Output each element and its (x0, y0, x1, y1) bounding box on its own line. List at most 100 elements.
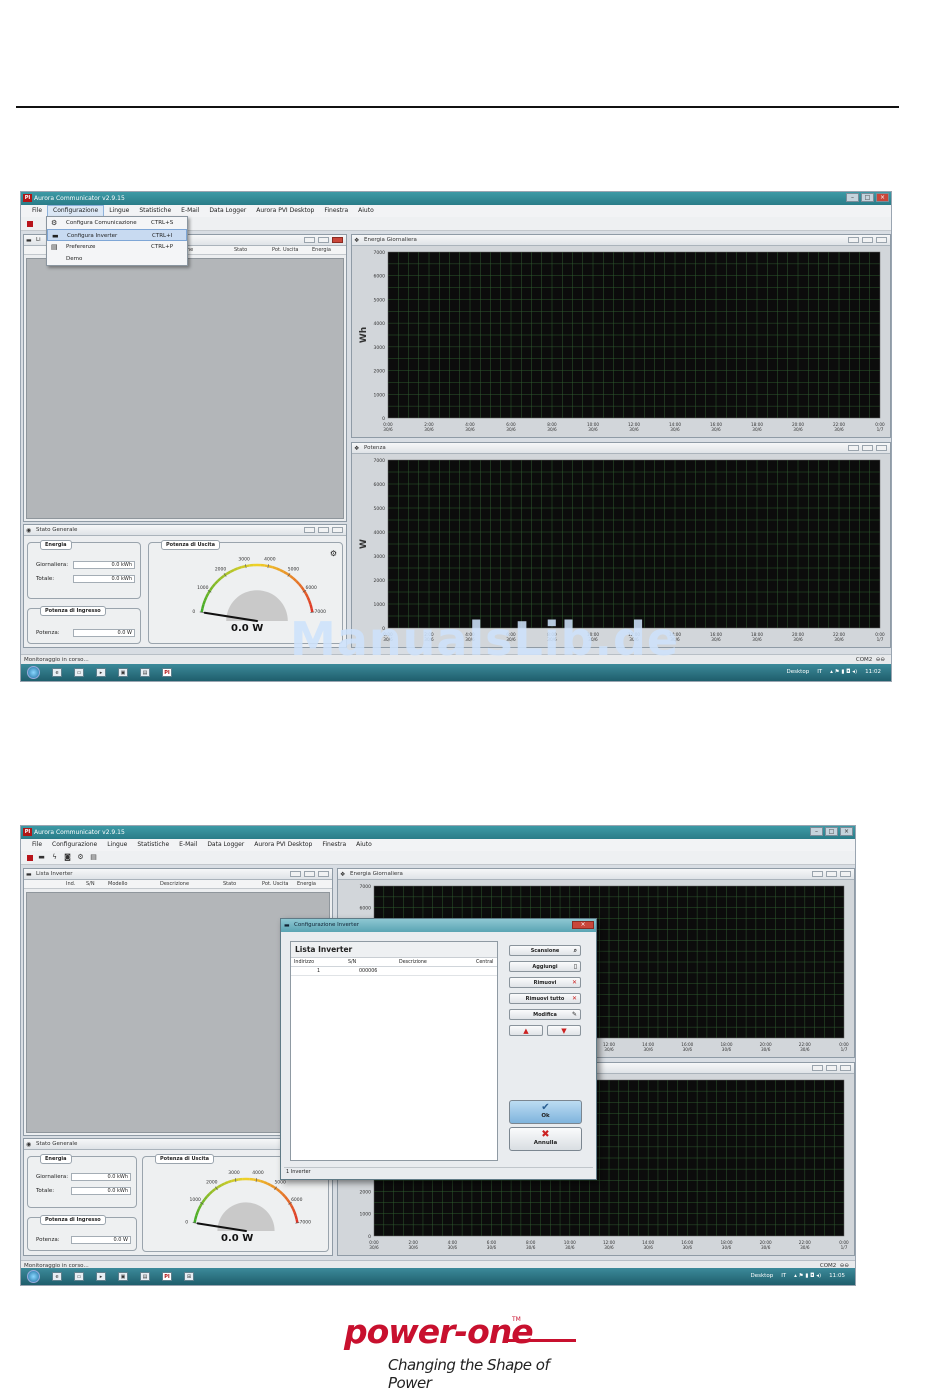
menu-item-demo[interactable]: Demo (47, 253, 187, 265)
panel-close-button[interactable] (876, 445, 887, 451)
column-header[interactable]: S/N (348, 958, 356, 967)
menu-finestra[interactable]: Finestra (317, 839, 351, 851)
record-icon[interactable]: ◙ (63, 853, 72, 862)
inverter-list-body[interactable] (26, 258, 344, 519)
tray-icons[interactable]: ▴ ⚑ ▮ ◘ ◂) (830, 664, 857, 681)
clock[interactable]: 11:02 (865, 664, 881, 681)
ok-button[interactable]: ✔ Ok (509, 1100, 582, 1124)
desktop-label[interactable]: Desktop (787, 664, 810, 681)
menu-email[interactable]: E-Mail (174, 839, 202, 851)
menu-file[interactable]: File (27, 839, 47, 851)
panel-restore-button[interactable] (826, 1065, 837, 1071)
column-header[interactable]: Descrizione (160, 880, 189, 889)
window-icon[interactable]: ▤ (140, 1272, 150, 1281)
inverter-icon[interactable]: ▬ (37, 853, 46, 862)
panel-restore-button[interactable] (318, 237, 329, 243)
aurora-app-icon[interactable]: PI (162, 668, 172, 677)
remove-all-button[interactable]: Rimuovi tutto ✕ (509, 993, 581, 1004)
menu-configurazione[interactable]: Configurazione (47, 839, 102, 851)
tray-icons[interactable]: ▴ ⚑ ▮ ◘ ◂) (794, 1268, 821, 1285)
menu-lingue[interactable]: Lingue (102, 839, 132, 851)
gear-icon[interactable]: ⚙ (76, 853, 85, 862)
menu-data-logger[interactable]: Data Logger (204, 205, 251, 217)
panel-minimize-button[interactable] (304, 527, 315, 533)
stop-icon[interactable] (27, 854, 33, 861)
panel-close-button[interactable] (332, 237, 343, 243)
start-button[interactable] (27, 1270, 40, 1283)
panel-close-button[interactable] (876, 237, 887, 243)
clock[interactable]: 11:05 (829, 1268, 845, 1285)
panel-restore-button[interactable] (862, 237, 873, 243)
column-header[interactable]: Stato (234, 246, 247, 255)
minimize-button[interactable]: – (810, 827, 823, 836)
language-indicator[interactable]: IT (781, 1268, 786, 1285)
menu-aurora-pvi-desktop[interactable]: Aurora PVI Desktop (249, 839, 317, 851)
menu-item-configura-inverter[interactable]: ▬ Configura Inverter CTRL+I (47, 229, 187, 241)
menu-item-preferenze[interactable]: ▤ Preferenze CTRL+P (47, 241, 187, 253)
panel-minimize-button[interactable] (848, 237, 859, 243)
panel-close-button[interactable] (318, 871, 329, 877)
aurora-app-icon[interactable]: PI (162, 1272, 172, 1281)
window-icon[interactable]: ▤ (140, 668, 150, 677)
menu-aiuto[interactable]: Aiuto (353, 205, 379, 217)
start-button[interactable] (27, 666, 40, 679)
panel-close-button[interactable] (840, 1065, 851, 1071)
language-indicator[interactable]: IT (817, 664, 822, 681)
panel-minimize-button[interactable] (290, 871, 301, 877)
column-header[interactable]: Stato (223, 880, 236, 889)
explorer-icon[interactable]: ▭ (74, 1272, 84, 1281)
panel-close-button[interactable] (840, 871, 851, 877)
maximize-button[interactable]: □ (825, 827, 838, 836)
stop-icon[interactable] (27, 220, 33, 227)
ie-icon[interactable]: e (52, 668, 62, 677)
move-up-button[interactable]: ▲ (509, 1025, 543, 1036)
column-header[interactable]: Central (476, 958, 493, 967)
desktop-label[interactable]: Desktop (751, 1268, 774, 1285)
menu-finestra[interactable]: Finestra (319, 205, 353, 217)
remove-button[interactable]: Rimuovi ✕ (509, 977, 581, 988)
cancel-button[interactable]: ✖ Annulla (509, 1127, 582, 1151)
ie-icon[interactable]: e (52, 1272, 62, 1281)
column-header[interactable]: S/N (86, 880, 95, 889)
panel-minimize-button[interactable] (812, 871, 823, 877)
inverter-config-icon[interactable]: ▤ (89, 853, 98, 862)
menu-statistiche[interactable]: Statistiche (132, 839, 174, 851)
panel-minimize-button[interactable] (812, 1065, 823, 1071)
panel-restore-button[interactable] (318, 527, 329, 533)
settings-icon[interactable]: ⚙ (330, 549, 337, 558)
dialog-close-button[interactable]: × (572, 921, 594, 929)
menu-data-logger[interactable]: Data Logger (202, 839, 249, 851)
menu-item-configura-comunicazione[interactable]: ⚙ Configura Comunicazione CTRL+S (47, 217, 187, 229)
folder-icon[interactable]: ▣ (118, 1272, 128, 1281)
menu-aiuto[interactable]: Aiuto (351, 839, 377, 851)
menu-aurora-pvi-desktop[interactable]: Aurora PVI Desktop (251, 205, 319, 217)
edit-button[interactable]: Modifica ✎ (509, 1009, 581, 1020)
menu-file[interactable]: File (27, 205, 47, 217)
media-icon[interactable]: ▸ (96, 1272, 106, 1281)
network-icon[interactable]: ⊞ (184, 1272, 194, 1281)
column-header[interactable]: Ind. (66, 880, 75, 889)
move-down-button[interactable]: ▼ (547, 1025, 581, 1036)
close-button[interactable]: × (840, 827, 853, 836)
column-header[interactable]: Pot. Uscita (272, 246, 298, 255)
lightning-icon[interactable]: ϟ (50, 853, 59, 862)
table-row[interactable]: 1 000006 (291, 967, 497, 976)
panel-restore-button[interactable] (826, 871, 837, 877)
column-header[interactable]: Modello (108, 880, 127, 889)
folder-icon[interactable]: ▣ (118, 668, 128, 677)
maximize-button[interactable]: □ (861, 193, 874, 202)
panel-restore-button[interactable] (862, 445, 873, 451)
column-header[interactable]: Descrizione (399, 958, 427, 967)
media-icon[interactable]: ▸ (96, 668, 106, 677)
minimize-button[interactable]: – (846, 193, 859, 202)
add-button[interactable]: Aggiungi ▯ (509, 961, 581, 972)
panel-close-button[interactable] (332, 527, 343, 533)
column-header[interactable]: Indirizzo (294, 958, 314, 967)
scan-button[interactable]: Scansione ⌕ (509, 945, 581, 956)
panel-minimize-button[interactable] (304, 237, 315, 243)
explorer-icon[interactable]: ▭ (74, 668, 84, 677)
column-header[interactable]: Energia (297, 880, 316, 889)
column-header[interactable]: Energia (312, 246, 331, 255)
close-button[interactable]: × (876, 193, 889, 202)
panel-minimize-button[interactable] (848, 445, 859, 451)
